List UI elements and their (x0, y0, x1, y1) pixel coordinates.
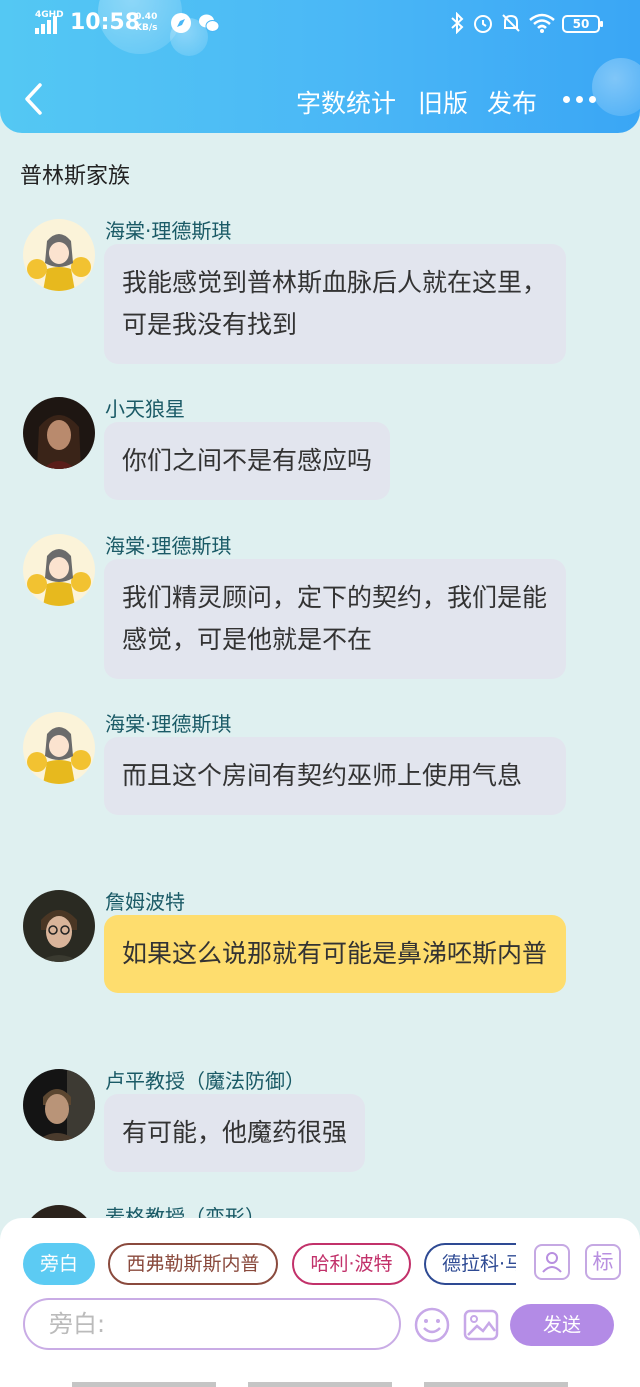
back-chevron-icon[interactable] (22, 82, 46, 116)
publish-button[interactable]: 发布 (487, 84, 537, 120)
mute-bell-icon (502, 14, 520, 32)
speed-value: 0.40 (135, 12, 158, 22)
send-button[interactable]: 发送 (510, 1304, 614, 1346)
role-chip-draco[interactable]: 德拉科·马尔福 (424, 1243, 516, 1285)
bluetooth-icon (451, 12, 464, 34)
avatar-man-portrait[interactable] (23, 1069, 95, 1141)
word-count-button[interactable]: 字数统计 (296, 84, 396, 120)
avatar-man-long-hair[interactable] (23, 397, 95, 469)
status-bar: 4GHD 10:58 0.40 KB/s 50 (0, 0, 640, 52)
message-bubble[interactable]: 我们精灵顾问，定下的契约，我们是能感觉，可是他就是不在 (104, 559, 566, 679)
message-bubble[interactable]: 有可能，他魔药很强 (104, 1094, 366, 1172)
alarm-icon (474, 15, 492, 33)
home-indicator[interactable] (72, 1382, 216, 1387)
sender-name: 海棠·理德斯琪 (105, 219, 232, 243)
wechat-icon (199, 14, 220, 32)
sender-name: 海棠·理德斯琪 (105, 534, 232, 558)
mark-button[interactable]: 标 (585, 1244, 621, 1280)
avatar-anime-girl[interactable] (23, 712, 95, 784)
more-dots-icon[interactable] (563, 96, 597, 104)
compass-icon (171, 13, 191, 33)
sender-name: 小天狼星 (105, 397, 185, 421)
message-bubble[interactable]: 如果这么说那就有可能是鼻涕呸斯内普 (104, 915, 566, 993)
signal-icon: 4GHD (35, 10, 64, 34)
message-bubble[interactable]: 而且这个房间有契约巫师上使用气息 (104, 737, 566, 815)
sender-name: 海棠·理德斯琪 (105, 712, 232, 736)
network-speed: 0.40 KB/s (135, 12, 157, 34)
role-chip-narrator[interactable]: 旁白 (23, 1243, 95, 1285)
home-indicator[interactable] (248, 1382, 392, 1387)
image-icon[interactable] (462, 1306, 500, 1344)
clock: 10:58 (70, 10, 141, 35)
avatar-young-man-glasses[interactable] (23, 890, 95, 962)
sender-name: 卢平教授（魔法防御） (105, 1069, 305, 1093)
user-card-icon[interactable] (534, 1244, 570, 1280)
role-chip-snape[interactable]: 西弗勒斯斯内普 (108, 1243, 278, 1285)
network-type: 4GHD (35, 10, 64, 20)
decor-bubble (592, 58, 640, 116)
message-bubble[interactable]: 我能感觉到普林斯血脉后人就在这里，可是我没有找到 (104, 244, 566, 364)
sender-name: 詹姆波特 (105, 890, 185, 914)
wifi-icon (529, 13, 555, 33)
composer-panel: 旁白 西弗勒斯斯内普 哈利·波特 德拉科·马尔福 标 发送 (0, 1218, 640, 1387)
battery-indicator: 50 (562, 15, 603, 33)
message-input[interactable] (23, 1298, 401, 1350)
old-version-button[interactable]: 旧版 (418, 84, 468, 120)
message-bubble[interactable]: 你们之间不是有感应吗 (104, 422, 391, 500)
role-chip-harry[interactable]: 哈利·波特 (292, 1243, 411, 1285)
home-indicator[interactable] (424, 1382, 568, 1387)
avatar-anime-girl[interactable] (23, 534, 95, 606)
speed-unit: KB/s (135, 23, 158, 33)
chat-title: 普林斯家族 (20, 164, 131, 189)
smile-icon[interactable] (413, 1306, 451, 1344)
app-header: 4GHD 10:58 0.40 KB/s 50 字数统计 旧版 发布 (0, 0, 640, 133)
avatar-anime-girl[interactable] (23, 219, 95, 291)
